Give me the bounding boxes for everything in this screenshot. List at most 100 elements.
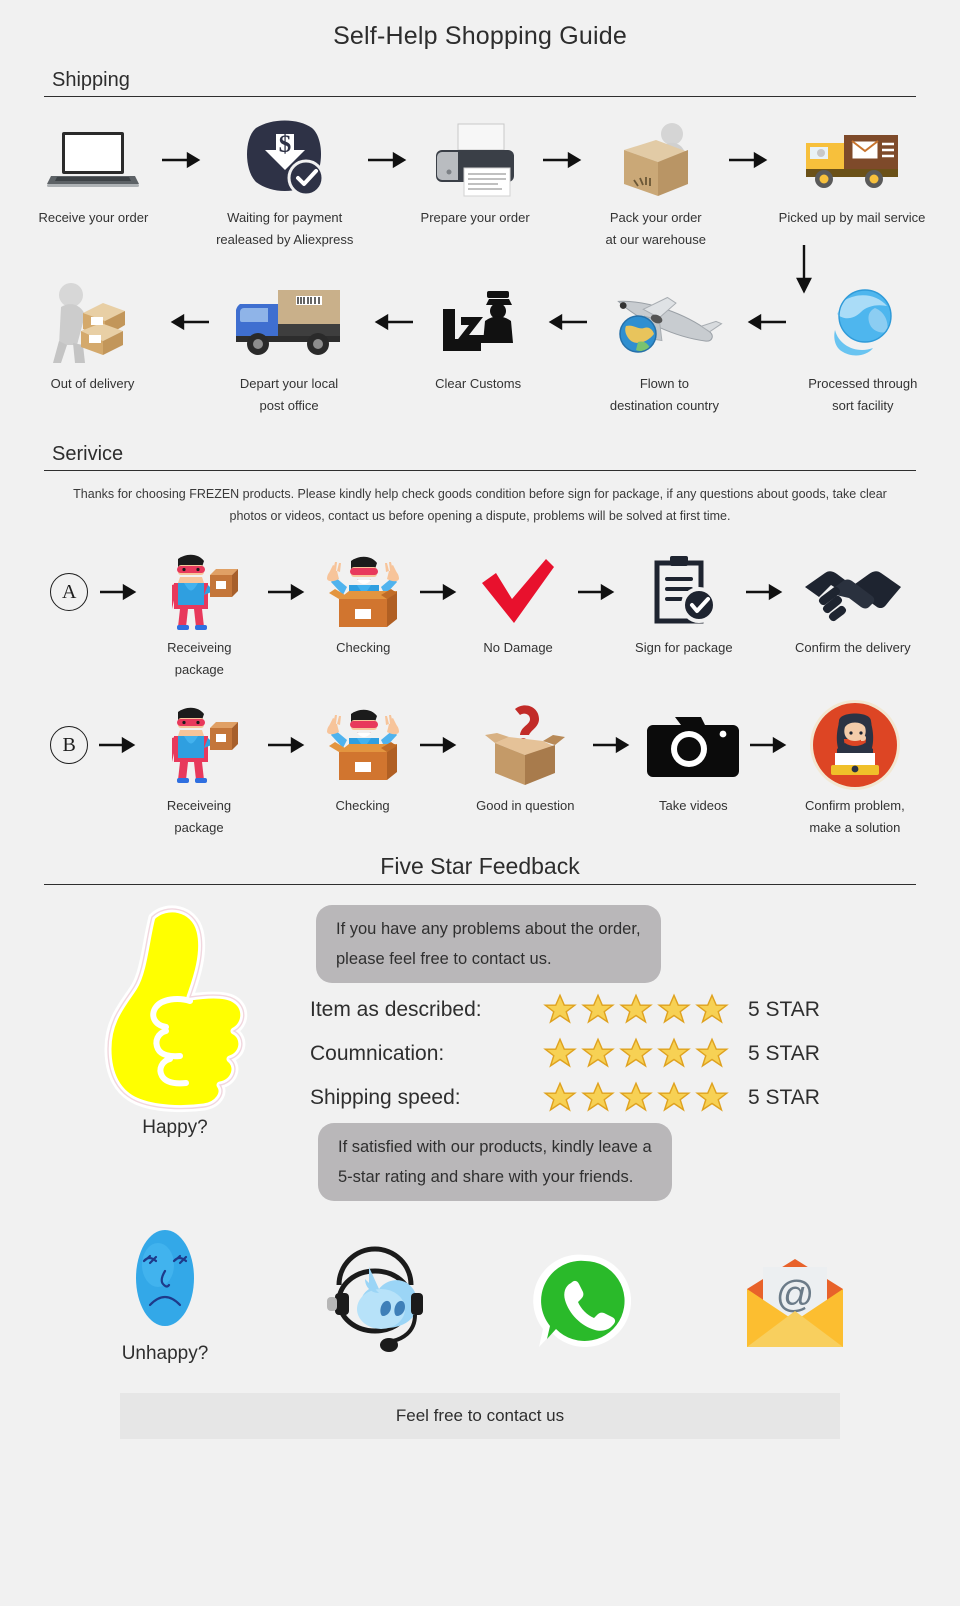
infographic-page: Self-Help Shopping Guide Shipping Receiv… xyxy=(0,0,960,1606)
printer-icon xyxy=(434,119,516,201)
svg-text:@: @ xyxy=(776,1274,815,1316)
camera-icon xyxy=(645,701,741,789)
step-caption: Good in question xyxy=(476,798,575,813)
contact-whatsapp[interactable] xyxy=(480,1251,690,1365)
arrow-right-icon xyxy=(538,119,588,201)
blue-truck-icon xyxy=(234,277,344,367)
arrow-right-icon xyxy=(363,119,413,201)
step-clear-customs: Clear Customs xyxy=(423,277,533,395)
bubble-contact-us: If you have any problems about the order… xyxy=(316,905,661,983)
arrow-right-icon xyxy=(94,701,142,789)
step-b-good-in-question: Good in question xyxy=(470,701,581,817)
shipping-flow-row-2: Out of delivery Depart your local post o… xyxy=(0,277,960,417)
step-pack-order: Pack your order at our warehouse xyxy=(588,119,724,251)
arrow-right-icon xyxy=(256,553,318,631)
service-paragraph: Thanks for choosing FREZEN products. Ple… xyxy=(73,487,887,523)
step-caption: Prepare your order xyxy=(420,210,530,225)
rating-row-shipping-speed: Shipping speed: 5 STAR xyxy=(310,1081,920,1115)
step-caption: Take videos xyxy=(659,798,728,813)
step-caption: No Damage xyxy=(483,640,553,655)
rating-value: 5 STAR xyxy=(748,1086,820,1109)
step-caption: Checking xyxy=(336,640,391,655)
step-caption: Sign for package xyxy=(635,640,733,655)
arrow-left-icon xyxy=(359,277,423,367)
star-rating xyxy=(542,1081,730,1115)
thumbs-up-column: Happy? xyxy=(40,891,310,1201)
step-depart-post-office: Depart your local post office xyxy=(219,277,359,417)
step-picked-up-mail: Picked up by mail service xyxy=(774,119,930,229)
laptop-icon xyxy=(45,119,141,201)
star-rating xyxy=(542,993,730,1027)
arrow-right-icon xyxy=(408,701,470,789)
thumb-caption: Happy? xyxy=(142,1117,208,1138)
step-a-no-damage: No Damage xyxy=(470,553,566,659)
step-caption: Flown to destination country xyxy=(609,376,719,413)
step-a-checking: Checking xyxy=(318,553,408,659)
step-b-receiving-package: Receiveing package xyxy=(142,701,255,839)
rating-label: Shipping speed: xyxy=(310,1086,461,1109)
step-a-receiving-package: Receiveing package xyxy=(143,553,257,681)
arrow-left-icon xyxy=(533,277,597,367)
superhero-package-icon xyxy=(160,701,238,789)
step-out-of-delivery: Out of delivery xyxy=(30,277,155,395)
chat-headset-icon[interactable] xyxy=(317,1246,433,1355)
superhero-package-icon xyxy=(160,553,239,631)
svg-text:$: $ xyxy=(278,131,291,158)
arrow-left-icon xyxy=(732,277,796,367)
arrow-right-icon xyxy=(408,553,470,631)
step-b-checking: Checking xyxy=(318,701,408,817)
arrow-right-icon xyxy=(724,119,774,201)
arrow-right-icon xyxy=(744,701,794,789)
footer-text: Feel free to contact us xyxy=(395,1406,565,1425)
star-rating xyxy=(542,1037,730,1071)
contact-unhappy: Unhappy? xyxy=(60,1223,270,1365)
arrow-right-icon xyxy=(740,553,790,631)
red-check-icon xyxy=(478,553,558,631)
step-caption: Processed through sort facility xyxy=(808,376,918,413)
email-at-icon[interactable]: @ xyxy=(739,1255,851,1355)
step-b-take-videos: Take videos xyxy=(643,701,744,817)
feedback-area: Happy? If you have any problems about th… xyxy=(0,891,960,1201)
rating-row-item-described: Item as described: 5 STAR xyxy=(310,993,920,1027)
step-caption: Receive your order xyxy=(38,210,149,225)
step-b-confirm-problem: Confirm problem, make a solution xyxy=(794,700,916,839)
rating-row-communication: Coumnication: 5 STAR xyxy=(310,1037,920,1071)
airplane-globe-icon xyxy=(604,277,724,367)
step-caption: Receiveing package xyxy=(167,640,232,677)
service-flow-row-a: A Receiveing package Checking No Damage … xyxy=(0,553,960,681)
rating-value: 5 STAR xyxy=(748,998,820,1021)
clipboard-check-icon xyxy=(653,553,717,631)
step-caption: Checking xyxy=(335,798,390,813)
section-header-feedback: Five Star Feedback xyxy=(44,853,916,885)
arrow-left-icon xyxy=(155,277,219,367)
packing-worker-icon xyxy=(610,119,702,201)
contact-email[interactable]: @ xyxy=(690,1255,900,1365)
step-receive-order: Receive your order xyxy=(30,119,157,229)
ratings-column: If you have any problems about the order… xyxy=(310,891,920,1201)
step-caption: Picked up by mail service xyxy=(778,210,926,225)
step-waiting-payment: $ Waiting for payment realeased by Aliex… xyxy=(207,119,363,251)
section-title-feedback: Five Star Feedback xyxy=(380,853,580,879)
step-flown-destination: Flown to destination country xyxy=(597,277,731,417)
whatsapp-icon[interactable] xyxy=(533,1251,637,1355)
step-caption: Confirm the delivery xyxy=(795,640,911,655)
thumbs-up-icon xyxy=(90,903,260,1113)
section-header-service: Serivice xyxy=(44,443,916,471)
footer-contact-bar[interactable]: Feel free to contact us xyxy=(120,1393,840,1439)
support-agent-icon xyxy=(809,700,901,790)
page-title: Self-Help Shopping Guide xyxy=(333,22,627,50)
section-header-shipping: Shipping xyxy=(44,69,916,97)
step-sort-facility: Processed through sort facility xyxy=(796,277,930,417)
arrow-right-icon xyxy=(157,119,207,201)
step-caption: Out of delivery xyxy=(50,376,135,391)
superhero-in-box-icon xyxy=(323,553,403,631)
mail-truck-icon xyxy=(802,119,902,201)
step-caption: Pack your order at our warehouse xyxy=(605,210,706,247)
rating-value: 5 STAR xyxy=(748,1042,820,1065)
arrow-right-icon xyxy=(581,701,643,789)
circled-letter: A xyxy=(50,573,89,611)
contact-chat-support[interactable] xyxy=(270,1246,480,1365)
contact-row: Unhappy? @ xyxy=(0,1223,960,1365)
shipping-flow-row-1: Receive your order $ Waiting for payment… xyxy=(0,119,960,251)
step-prepare-order: Prepare your order xyxy=(413,119,538,229)
